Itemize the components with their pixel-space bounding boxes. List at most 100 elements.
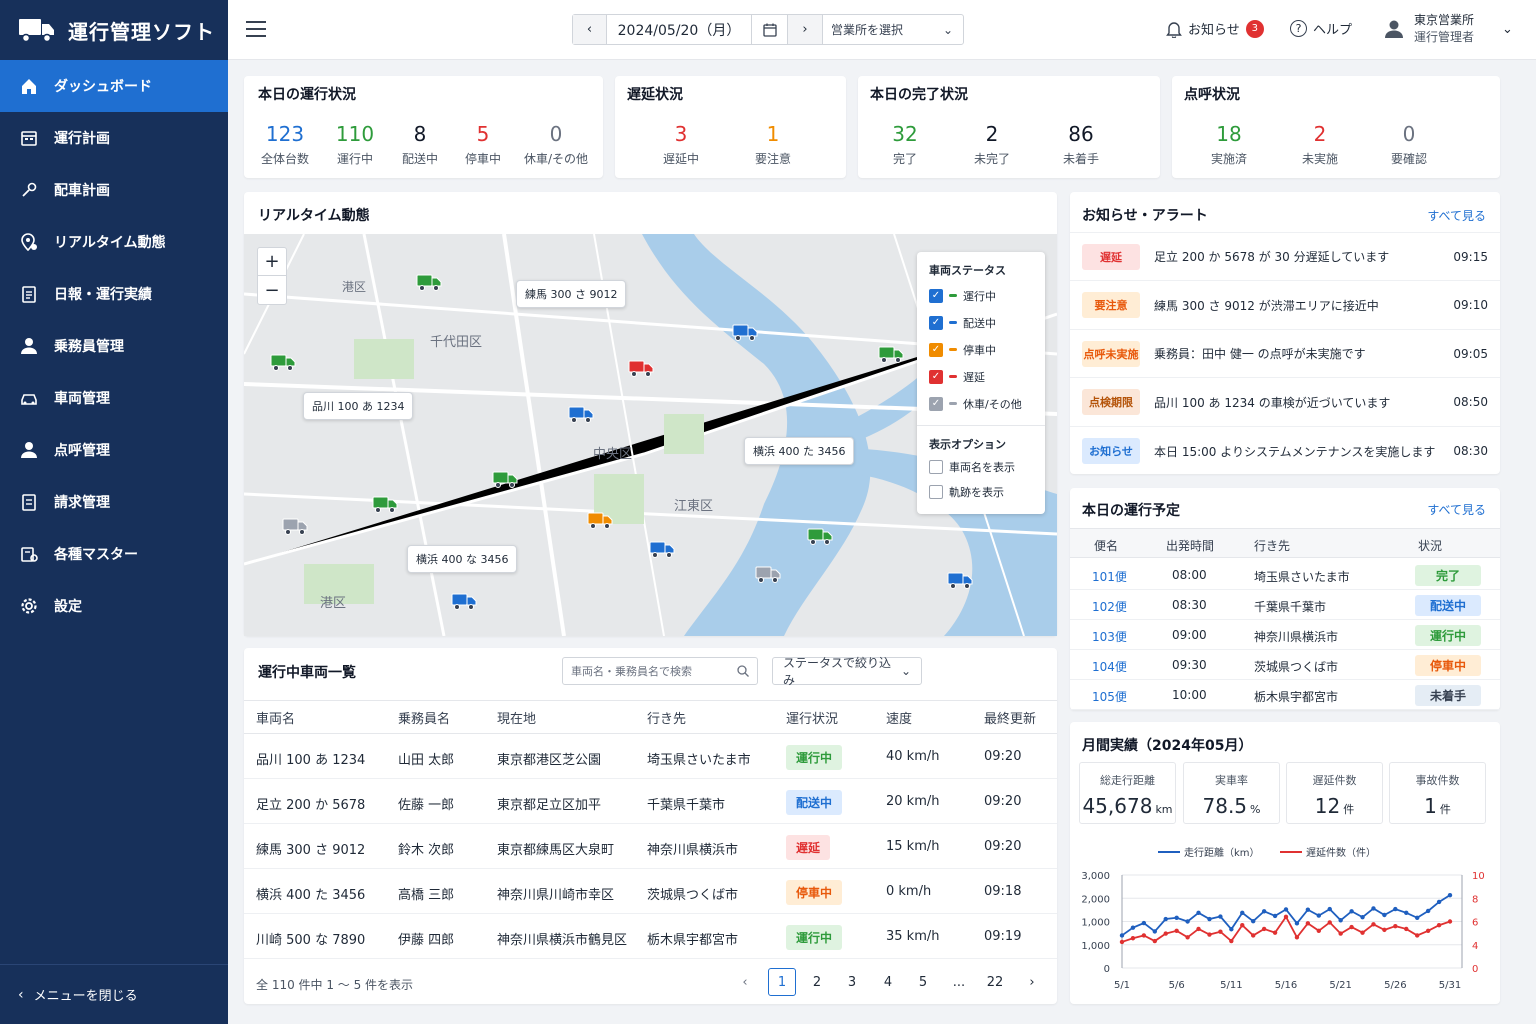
- schedule-see-all-link[interactable]: すべて見る: [1427, 501, 1486, 518]
- prev-page-button[interactable]: ‹: [731, 968, 759, 996]
- alert-item[interactable]: お知らせ 本日 15:00 よりシステムメンテナンスを実施します 08:30: [1070, 427, 1500, 475]
- table-header-cell[interactable]: 車両名: [256, 708, 295, 727]
- data-point: [1294, 935, 1300, 940]
- page-button[interactable]: 1: [768, 968, 796, 996]
- truck-marker-icon[interactable]: [372, 494, 398, 514]
- schedule-row[interactable]: 103便 09:00 神奈川県横浜市 運行中: [1070, 620, 1500, 650]
- prev-date-button[interactable]: ‹: [573, 15, 607, 44]
- truck-marker-icon[interactable]: [492, 469, 518, 489]
- zoom-out-button[interactable]: −: [258, 276, 286, 304]
- truck-marker-icon[interactable]: [416, 272, 442, 292]
- truck-marker-icon[interactable]: [732, 322, 758, 342]
- status-badge: 運行中: [786, 745, 843, 770]
- schedule-row[interactable]: 102便 08:30 千葉県千葉市 配送中: [1070, 590, 1500, 620]
- truck-marker-icon[interactable]: [807, 526, 833, 546]
- zoom-in-button[interactable]: +: [258, 248, 286, 276]
- truck-marker-icon[interactable]: [947, 570, 973, 590]
- option-show-trail[interactable]: 軌跡を表示: [929, 479, 1033, 504]
- vehicle-search-input[interactable]: 車両名・乗務員名で検索: [562, 657, 758, 685]
- sidebar-item-7[interactable]: 点呼管理: [0, 424, 228, 476]
- checkbox[interactable]: [929, 459, 943, 474]
- card-title: 遅延状況: [627, 87, 683, 103]
- table-header-cell[interactable]: 乗務員名: [398, 708, 450, 727]
- next-page-button[interactable]: ›: [1018, 968, 1046, 996]
- table-header-cell[interactable]: 速度: [886, 708, 912, 727]
- sidebar-item-9[interactable]: 各種マスター: [0, 528, 228, 580]
- page-button[interactable]: 5: [909, 968, 937, 996]
- help-button[interactable]: ? ヘルプ: [1290, 19, 1352, 38]
- trip-link[interactable]: 103便: [1092, 628, 1127, 645]
- alert-item[interactable]: 点呼未実施 乗務員：田中 健一 の点呼が未実施です 09:05: [1070, 330, 1500, 378]
- option-show-vehicle-name[interactable]: 車両名を表示: [929, 454, 1033, 479]
- sidebar-item-3[interactable]: リアルタイム動態: [0, 216, 228, 268]
- sidebar-item-2[interactable]: 配車計画: [0, 164, 228, 216]
- trip-link[interactable]: 101便: [1092, 568, 1127, 585]
- table-header-cell[interactable]: 最終更新: [984, 708, 1036, 727]
- table-header-cell[interactable]: 行き先: [647, 708, 686, 727]
- checkbox-checked-icon[interactable]: ✓: [929, 396, 943, 411]
- vehicle-plate-label[interactable]: 横浜 400 な 3456: [407, 545, 518, 573]
- vehicle-plate-label[interactable]: 練馬 300 さ 9012: [516, 280, 627, 308]
- status-filter-select[interactable]: ステータスで絞り込み ⌄: [772, 656, 922, 687]
- table-header-cell[interactable]: 現在地: [497, 708, 536, 727]
- truck-marker-icon[interactable]: [270, 352, 296, 372]
- page-button[interactable]: 22: [981, 968, 1009, 996]
- alert-item[interactable]: 遅延 足立 200 か 5678 が 30 分遅延しています 09:15: [1070, 233, 1500, 281]
- close-menu-button[interactable]: ‹ メニューを閉じる: [0, 964, 228, 1024]
- data-point: [1327, 906, 1332, 912]
- completion-status-card: 本日の完了状況 32 完了 2 未完了 86 未着手: [858, 76, 1160, 178]
- legend-item[interactable]: ✓ 休車/その他: [929, 390, 1033, 417]
- y-tick-label-left: 0: [1104, 964, 1110, 975]
- sidebar-item-5[interactable]: 乗務員管理: [0, 320, 228, 372]
- schedule-row[interactable]: 104便 09:30 茨城県つくば市 停車中: [1070, 650, 1500, 680]
- truck-marker-icon[interactable]: [755, 564, 781, 584]
- schedule-row[interactable]: 101便 08:00 埼玉県さいたま市 完了: [1070, 560, 1500, 590]
- sidebar-item-6[interactable]: 車両管理: [0, 372, 228, 424]
- vehicle-plate-label[interactable]: 横浜 400 た 3456: [744, 437, 855, 465]
- alert-item[interactable]: 点検期限 品川 100 あ 1234 の車検が近づいています 08:50: [1070, 379, 1500, 427]
- truck-marker-icon[interactable]: [282, 516, 308, 536]
- date-display[interactable]: 2024/05/20（月）: [607, 15, 751, 44]
- user-menu[interactable]: 東京営業所 運行管理者 ⌄: [1384, 12, 1513, 46]
- checkbox-checked-icon[interactable]: ✓: [929, 288, 943, 303]
- app-logo[interactable]: 運行管理ソフト: [0, 0, 228, 60]
- alerts-see-all-link[interactable]: すべて見る: [1427, 207, 1486, 224]
- table-header-cell[interactable]: 運行状況: [786, 708, 838, 727]
- legend-item[interactable]: ✓ 配送中: [929, 309, 1033, 336]
- sidebar-item-8[interactable]: 請求管理: [0, 476, 228, 528]
- legend-item[interactable]: ✓ 遅延: [929, 363, 1033, 390]
- next-date-button[interactable]: ›: [787, 15, 823, 44]
- truck-marker-icon[interactable]: [587, 510, 613, 530]
- checkbox[interactable]: [929, 484, 943, 499]
- alert-time: 08:30: [1453, 444, 1488, 458]
- legend-item[interactable]: ✓ 停車中: [929, 336, 1033, 363]
- page-button[interactable]: 3: [838, 968, 866, 996]
- truck-marker-icon[interactable]: [628, 358, 654, 378]
- calendar-icon[interactable]: [751, 15, 787, 44]
- sidebar-item-10[interactable]: 設定: [0, 580, 228, 632]
- trip-link[interactable]: 102便: [1092, 598, 1127, 615]
- page-button[interactable]: 4: [874, 968, 902, 996]
- alert-item[interactable]: 要注意 練馬 300 さ 9012 が渋滞エリアに接近中 09:10: [1070, 282, 1500, 330]
- checkbox-checked-icon[interactable]: ✓: [929, 369, 943, 384]
- vehicle-plate-label[interactable]: 品川 100 あ 1234: [303, 392, 414, 420]
- notifications-button[interactable]: お知らせ 3: [1166, 19, 1264, 38]
- hamburger-menu-icon[interactable]: [246, 21, 266, 37]
- truck-marker-icon[interactable]: [878, 344, 904, 364]
- checkbox-checked-icon[interactable]: ✓: [929, 315, 943, 330]
- data-point: [1425, 928, 1431, 933]
- office-select[interactable]: 営業所を選択 ⌄: [823, 15, 963, 44]
- sidebar-item-4[interactable]: 日報・運行実績: [0, 268, 228, 320]
- page-button[interactable]: 2: [803, 968, 831, 996]
- trip-link[interactable]: 105便: [1092, 688, 1127, 705]
- legend-item[interactable]: ✓ 運行中: [929, 282, 1033, 309]
- truck-marker-icon[interactable]: [649, 539, 675, 559]
- checkbox-checked-icon[interactable]: ✓: [929, 342, 943, 357]
- schedule-row[interactable]: 105便 10:00 栃木県宇都宮市 未着手: [1070, 680, 1500, 710]
- sidebar-item-1[interactable]: 運行計画: [0, 112, 228, 164]
- truck-marker-icon[interactable]: [568, 404, 594, 424]
- truck-marker-icon[interactable]: [451, 591, 477, 611]
- page-button[interactable]: ...: [945, 968, 973, 996]
- trip-link[interactable]: 104便: [1092, 658, 1127, 675]
- sidebar-item-0[interactable]: ダッシュボード: [0, 60, 228, 112]
